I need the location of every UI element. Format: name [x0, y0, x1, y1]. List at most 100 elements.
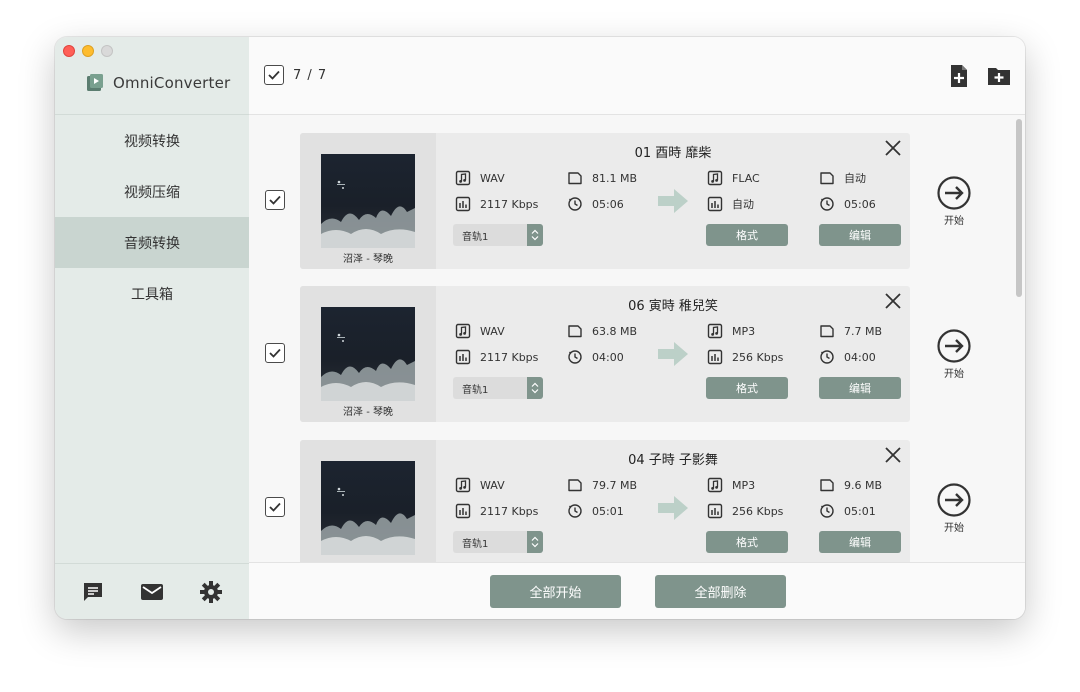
task-checkbox[interactable]	[265, 190, 285, 210]
target-duration-value: 05:06	[844, 197, 876, 211]
sidebar-item-label: 音频转换	[124, 235, 180, 252]
clock-icon	[819, 349, 835, 365]
sidebar-item-video-compress[interactable]: 视频压缩	[55, 166, 249, 217]
target-size-value: 自动	[844, 172, 866, 185]
target-format-value: MP3	[732, 324, 756, 338]
convert-arrow-icon	[658, 189, 688, 213]
target-bitrate-value: 256 Kbps	[732, 504, 784, 518]
start-task-button[interactable]: 开始	[934, 482, 974, 534]
music-note-icon	[707, 477, 723, 493]
stepper-chevron-icon	[527, 377, 543, 399]
sidebar-item-label: 工具箱	[131, 286, 173, 303]
music-note-icon	[707, 323, 723, 339]
source-size: 81.1 MB	[567, 170, 637, 186]
target-format-value: MP3	[732, 478, 756, 492]
mail-icon[interactable]	[139, 579, 165, 605]
delete-all-button[interactable]: 全部删除	[655, 575, 786, 608]
target-duration: 05:06	[819, 196, 876, 212]
edit-button[interactable]: 编辑	[819, 377, 901, 399]
clock-icon	[567, 196, 583, 212]
edit-button[interactable]: 编辑	[819, 531, 901, 553]
edit-button[interactable]: 编辑	[819, 224, 901, 246]
sidebar-item-toolbox[interactable]: 工具箱	[55, 268, 249, 319]
audio-track-select[interactable]: 音轨1	[453, 224, 543, 246]
music-note-icon	[455, 170, 471, 186]
add-file-icon[interactable]	[947, 64, 971, 88]
sidebar-item-label: 视频压缩	[124, 184, 180, 201]
minimize-window-button[interactable]	[82, 45, 94, 57]
target-bitrate: 256 Kbps	[707, 349, 783, 365]
audio-track-value: 音轨1	[462, 231, 489, 243]
target-bitrate: 自动	[707, 196, 754, 212]
task-title: 06 寅時 稚兒笑	[628, 299, 718, 314]
target-format: MP3	[707, 323, 755, 339]
format-button[interactable]: 格式	[706, 224, 788, 246]
source-format: WAV	[455, 170, 505, 186]
source-duration-value: 05:06	[592, 197, 624, 211]
stepper-chevron-icon	[527, 531, 543, 553]
clock-icon	[819, 503, 835, 519]
list-scrollbar[interactable]	[1016, 119, 1022, 297]
checkmark-icon	[269, 348, 281, 358]
task-list: 沼泽 - 琴晚 01 酉時 靡柴 WAV 81.1 MB 2117 Kbps 0…	[249, 116, 1025, 562]
convert-arrow-icon	[658, 496, 688, 520]
source-format-value: WAV	[480, 324, 505, 338]
checkmark-icon	[269, 502, 281, 512]
source-format-value: WAV	[480, 478, 505, 492]
stepper-chevron-icon	[527, 224, 543, 246]
zoom-window-button[interactable]	[101, 45, 113, 57]
settings-gear-icon[interactable]	[198, 579, 224, 605]
source-size-value: 81.1 MB	[592, 171, 638, 185]
convert-arrow-icon	[658, 342, 688, 366]
task-row: 04 子時 子影舞 WAV 79.7 MB 2117 Kbps 05:01 MP…	[249, 440, 1015, 562]
sidebar-item-video-convert[interactable]: 视频转换	[55, 115, 249, 166]
add-folder-icon[interactable]	[987, 64, 1011, 88]
audio-track-select[interactable]: 音轨1	[453, 531, 543, 553]
sidebar: OmniConverter 视频转换 视频压缩 音频转换 工具箱	[55, 37, 249, 619]
window-controls	[63, 45, 113, 57]
audio-track-select[interactable]: 音轨1	[453, 377, 543, 399]
close-window-button[interactable]	[63, 45, 75, 57]
target-format-value: FLAC	[732, 171, 760, 185]
toolbar: 7 / 7	[249, 37, 1025, 115]
checkmark-icon	[269, 195, 281, 205]
source-bitrate: 2117 Kbps	[455, 349, 538, 365]
source-duration-value: 05:01	[592, 504, 624, 518]
sidebar-item-audio-convert[interactable]: 音频转换	[55, 217, 249, 268]
bar-chart-icon	[707, 503, 723, 519]
remove-task-close-icon[interactable]	[884, 446, 902, 464]
target-bitrate: 256 Kbps	[707, 503, 783, 519]
format-button[interactable]: 格式	[706, 377, 788, 399]
remove-task-close-icon[interactable]	[884, 292, 902, 310]
music-note-icon	[707, 170, 723, 186]
task-checkbox[interactable]	[265, 343, 285, 363]
selected-count: 7 / 7	[293, 67, 328, 83]
start-task-button[interactable]: 开始	[934, 175, 974, 227]
start-label: 开始	[944, 523, 964, 534]
source-format: WAV	[455, 477, 505, 493]
album-art	[321, 154, 415, 248]
start-arrow-circle-icon	[937, 329, 971, 363]
start-arrow-circle-icon	[937, 176, 971, 210]
select-all-checkbox[interactable]	[264, 65, 284, 85]
remove-task-close-icon[interactable]	[884, 139, 902, 157]
start-task-button[interactable]: 开始	[934, 328, 974, 380]
target-duration: 04:00	[819, 349, 876, 365]
source-size: 79.7 MB	[567, 477, 637, 493]
target-size-value: 9.6 MB	[844, 478, 883, 492]
sidebar-item-label: 视频转换	[124, 133, 180, 150]
format-button[interactable]: 格式	[706, 531, 788, 553]
source-format-value: WAV	[480, 171, 505, 185]
task-row: 沼泽 - 琴晚 06 寅時 稚兒笑 WAV 63.8 MB 2117 Kbps …	[249, 286, 1015, 422]
start-all-button[interactable]: 全部开始	[490, 575, 621, 608]
target-size: 自动	[819, 170, 866, 186]
chat-icon[interactable]	[80, 579, 106, 605]
album-caption: 沼泽 - 琴晚	[343, 254, 393, 265]
source-duration: 04:00	[567, 349, 624, 365]
start-arrow-circle-icon	[937, 483, 971, 517]
source-duration: 05:01	[567, 503, 624, 519]
target-bitrate-value: 自动	[732, 198, 754, 211]
source-format: WAV	[455, 323, 505, 339]
task-checkbox[interactable]	[265, 497, 285, 517]
bar-chart-icon	[455, 503, 471, 519]
